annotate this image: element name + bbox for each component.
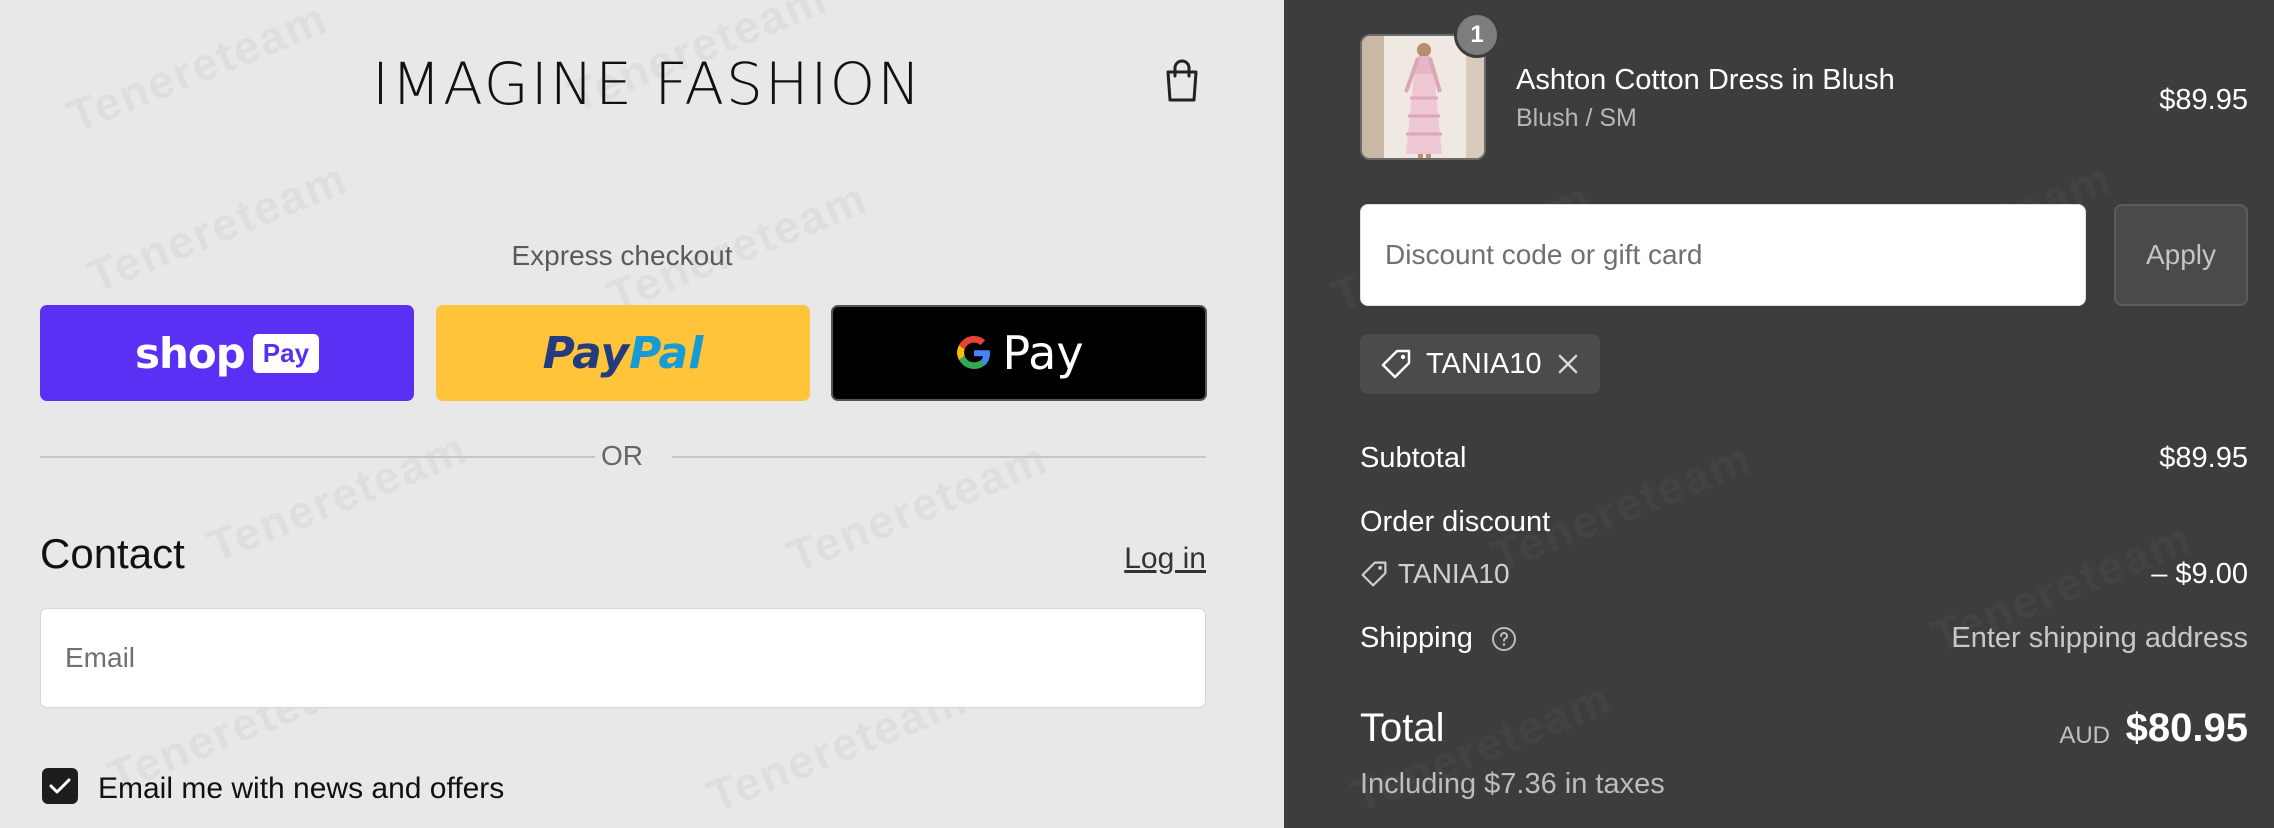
shipping-label: Shipping [1360, 622, 1473, 654]
contact-heading: Contact [40, 530, 185, 577]
applied-code-label: TANIA10 [1426, 347, 1542, 380]
applied-discount-chip: TANIA10 [1360, 334, 1600, 394]
watermark: Tenereteam [80, 150, 355, 303]
order-discount-code-text: TANIA10 [1398, 558, 1510, 589]
log-in-link[interactable]: Log in [1124, 542, 1206, 576]
google-pay-wordmark: Pay [1002, 326, 1084, 380]
subtotal-label: Subtotal [1360, 442, 1467, 474]
paypal-button[interactable]: PayPal [436, 305, 810, 401]
shop-pay-wordmark: shop [134, 328, 246, 378]
tag-icon [1381, 349, 1411, 379]
newsletter-label[interactable]: Email me with news and offers [98, 772, 504, 806]
order-discount-label: Order discount [1360, 506, 1551, 538]
tag-icon [1361, 561, 1387, 587]
paypal-word-pal: Pal [629, 327, 704, 379]
order-discount-value: – $9.00 [2151, 558, 2248, 590]
paypal-word-pay: Pay [542, 327, 630, 379]
total-value: $80.95 [2125, 706, 2248, 750]
email-field[interactable] [40, 608, 1206, 708]
discount-code-input[interactable] [1360, 204, 2086, 306]
total-label: Total [1360, 706, 1445, 750]
product-name: Ashton Cotton Dress in Blush [1516, 64, 1895, 96]
order-summary-panel: Tenereteam Tenereteam Tenereteam Teneret… [1284, 0, 2274, 828]
shop-pay-badge: Pay [252, 333, 320, 373]
quantity-badge: 1 [1454, 12, 1500, 58]
checkout-main-panel: Tenereteam Tenereteam Tenereteam Teneret… [0, 0, 1284, 828]
help-icon[interactable] [1491, 626, 1517, 652]
subtotal-value: $89.95 [2159, 442, 2248, 474]
apply-discount-button[interactable]: Apply [2114, 204, 2248, 306]
checkmark-icon [49, 778, 71, 794]
remove-discount-icon[interactable] [1556, 352, 1580, 376]
shipping-value: Enter shipping address [1951, 622, 2248, 654]
product-price: $89.95 [2159, 84, 2248, 116]
shipping-row-label: Shipping [1360, 622, 1517, 655]
express-checkout-label: Express checkout [511, 240, 733, 271]
store-logo[interactable]: IMAGINE FASHION [372, 50, 923, 118]
shop-pay-button[interactable]: shop Pay [40, 305, 414, 401]
tax-note: Including $7.36 in taxes [1360, 768, 1665, 800]
product-variant: Blush / SM [1516, 104, 1637, 132]
google-g-icon [957, 336, 991, 369]
order-discount-code: TANIA10 [1360, 558, 1510, 590]
currency-code: AUD [2059, 722, 2110, 749]
shopping-bag-icon[interactable] [1162, 58, 1202, 104]
google-pay-button[interactable]: Pay [831, 305, 1207, 401]
watermark: Tenereteam [60, 0, 335, 144]
paypal-wordmark: PayPal [543, 328, 704, 379]
newsletter-checkbox[interactable] [42, 768, 78, 804]
or-divider-text: OR [601, 440, 643, 471]
